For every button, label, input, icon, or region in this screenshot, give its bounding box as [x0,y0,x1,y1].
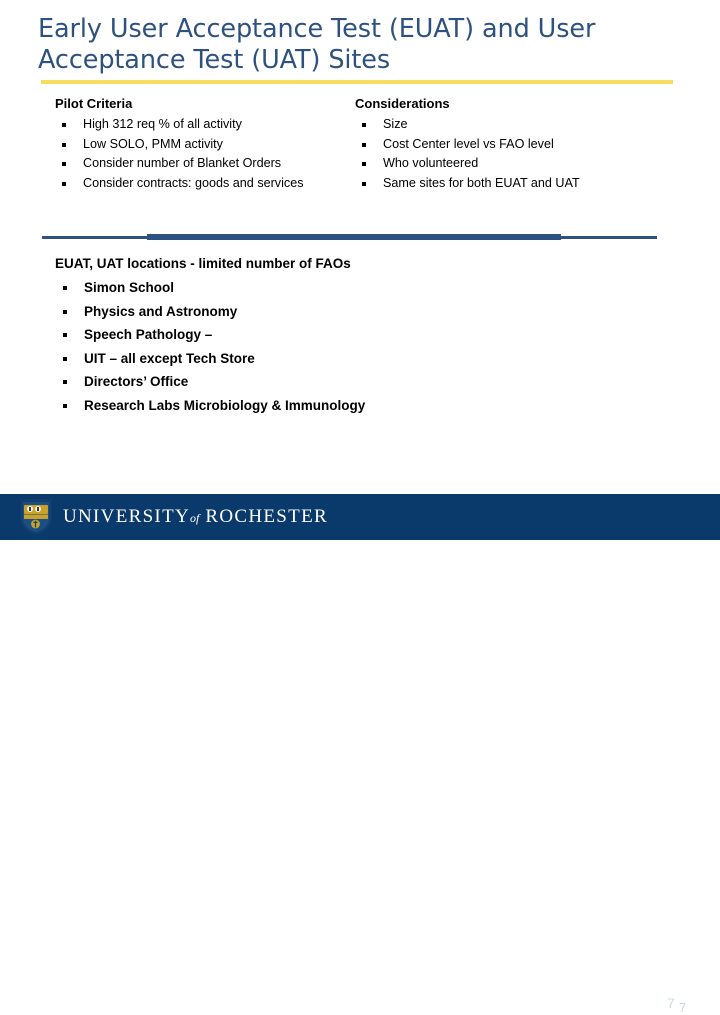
university-crest-icon [19,498,53,536]
pilot-criteria-heading: Pilot Criteria [55,96,133,111]
considerations-heading: Considerations [355,96,450,111]
criteria-columns: Pilot Criteria High 312 req % of all act… [0,96,720,226]
list-item: Speech Pathology – [55,323,655,347]
considerations-column: Considerations Size Cost Center level vs… [355,96,675,193]
page-number: 7 [679,1000,687,1015]
locations-heading: EUAT, UAT locations - limited number of … [55,256,351,271]
pilot-criteria-column: Pilot Criteria High 312 req % of all act… [55,96,355,193]
title-block: Early User Acceptance Test (EUAT) and Us… [38,14,678,76]
list-item: Simon School [55,276,655,300]
list-item: Low SOLO, PMM activity [55,135,355,155]
list-item: Directors’ Office [55,370,655,394]
list-item: Research Labs Microbiology & Immunology [55,394,655,418]
list-item: High 312 req % of all activity [55,115,355,135]
list-item: Who volunteered [355,154,675,174]
section-divider-thick [147,234,561,240]
page-title: Early User Acceptance Test (EUAT) and Us… [38,14,596,75]
locations-block: EUAT, UAT locations - limited number of … [55,255,655,417]
university-wordmark: UNIVERSITYof ROCHESTER [63,506,328,528]
footer-bar: UNIVERSITYof ROCHESTER 7 7 [0,494,720,1015]
list-item: Consider number of Blanket Orders [55,154,355,174]
list-item: Consider contracts: goods and services [55,174,355,194]
list-item: Size [355,115,675,135]
list-item: Physics and Astronomy [55,300,655,324]
slide-canvas: Early User Acceptance Test (EUAT) and Us… [0,0,720,1015]
wordmark-of: of [190,511,200,525]
title-accent-rule [41,80,673,84]
wordmark-rochester: ROCHESTER [205,506,328,527]
considerations-list: Size Cost Center level vs FAO level Who … [355,115,675,193]
list-item: Same sites for both EUAT and UAT [355,174,675,194]
page-number-shadow: 7 [667,995,675,1011]
university-logo-lockup: UNIVERSITYof ROCHESTER [19,498,328,536]
locations-list: Simon School Physics and Astronomy Speec… [55,276,655,417]
list-item: Cost Center level vs FAO level [355,135,675,155]
pilot-criteria-list: High 312 req % of all activity Low SOLO,… [55,115,355,193]
list-item: UIT – all except Tech Store [55,347,655,371]
wordmark-university: UNIVERSITY [63,506,190,527]
